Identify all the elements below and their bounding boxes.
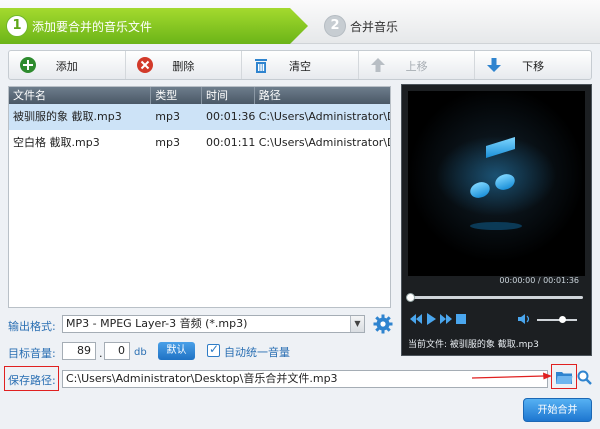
move-up-label: 上移 [405,60,428,73]
output-format-value: MP3 - MPEG Layer-3 音频 (*.mp3) [66,317,248,330]
output-format-label: 输出格式: [8,320,56,333]
column-header-path[interactable]: 路径 [255,87,390,104]
clear-label: 清空 [288,60,311,73]
cell-type: mp3 [155,136,180,149]
default-button[interactable]: 默认 [158,342,195,360]
delete-label: 删除 [172,60,195,73]
move-up-button[interactable]: 上移 [359,51,476,79]
chevron-down-icon[interactable]: ▼ [350,316,364,332]
stop-icon[interactable] [456,313,466,325]
cell-time: 00:01:36 [206,110,255,123]
step-1-label: 添加要合并的音乐文件 [32,20,153,34]
step-1: 1 添加要合并的音乐文件 [0,8,308,44]
auto-unify-checkbox[interactable] [207,342,220,357]
folder-icon[interactable] [556,370,573,385]
next-icon[interactable] [440,313,452,325]
player-screen [408,91,585,276]
clear-button[interactable]: 清空 [242,51,359,79]
output-format-select[interactable]: MP3 - MPEG Layer-3 音频 (*.mp3) ▼ [62,315,365,333]
cell-path: C:\Users\Administrator\D... [258,110,390,123]
cell-type: mp3 [155,110,180,123]
current-file-label: 当前文件: 被驯服的象 截取.mp3 [408,340,539,350]
progress-handle[interactable] [406,293,415,302]
add-button[interactable]: 添加 [9,51,126,79]
volume-handle[interactable] [559,316,566,323]
delete-button[interactable]: 删除 [126,51,243,79]
file-list[interactable]: 文件名 类型 时间 路径 被驯服的象 截取.mp3 mp3 00:01:36 C… [8,86,391,308]
step-2[interactable]: 2 合并音乐 [320,8,500,44]
volume-integer-input[interactable]: 89 [62,342,96,360]
gear-icon[interactable] [373,314,393,334]
step-header: 1 添加要合并的音乐文件 2 合并音乐 [0,0,600,44]
play-icon[interactable] [426,313,436,325]
cell-time: 00:01:11 [206,136,255,149]
volume-decimal-point: . [99,347,103,360]
cell-name: 空白格 截取.mp3 [13,136,100,149]
previous-icon[interactable] [410,313,422,325]
auto-unify-label[interactable]: 自动统一音量 [224,344,290,360]
annotation-arrow [472,372,552,380]
volume-slider[interactable] [537,316,577,323]
target-volume-label: 目标音量: [8,347,56,360]
player-time: 00:00:00 / 00:01:36 [499,276,579,285]
cell-name: 被驯服的象 截取.mp3 [13,110,122,123]
progress-bar[interactable] [406,293,583,302]
media-player: 00:00:00 / 00:01:36 当前文件: 被驯服的象 截取.mp3 [401,84,592,356]
toolbar: 添加 删除 清空 上移 下移 [8,50,592,80]
file-list-header: 文件名 类型 时间 路径 [9,87,390,104]
volume-decimal-input[interactable]: 0 [104,342,130,360]
move-down-button[interactable]: 下移 [475,51,591,79]
start-merge-button[interactable]: 开始合并 [523,398,592,422]
step-2-number: 2 [324,15,346,37]
step-1-number: 1 [6,15,28,37]
move-down-label: 下移 [522,60,545,73]
step-2-label: 合并音乐 [350,20,399,34]
add-label: 添加 [55,60,78,73]
music-note-icon [436,136,556,230]
volume-unit: db [134,347,147,358]
save-path-label: 保存路径: [8,374,56,387]
table-row[interactable]: 被驯服的象 截取.mp3 mp3 00:01:36 C:\Users\Admin… [9,104,390,130]
player-controls [408,313,585,327]
column-header-type[interactable]: 类型 [151,87,202,104]
column-header-name[interactable]: 文件名 [9,87,152,104]
search-icon[interactable] [577,370,592,385]
column-header-time[interactable]: 时间 [202,87,255,104]
cell-path: C:\Users\Administrator\D... [258,136,390,149]
volume-icon[interactable] [518,313,531,325]
table-row[interactable]: 空白格 截取.mp3 mp3 00:01:11 C:\Users\Adminis… [9,130,390,156]
